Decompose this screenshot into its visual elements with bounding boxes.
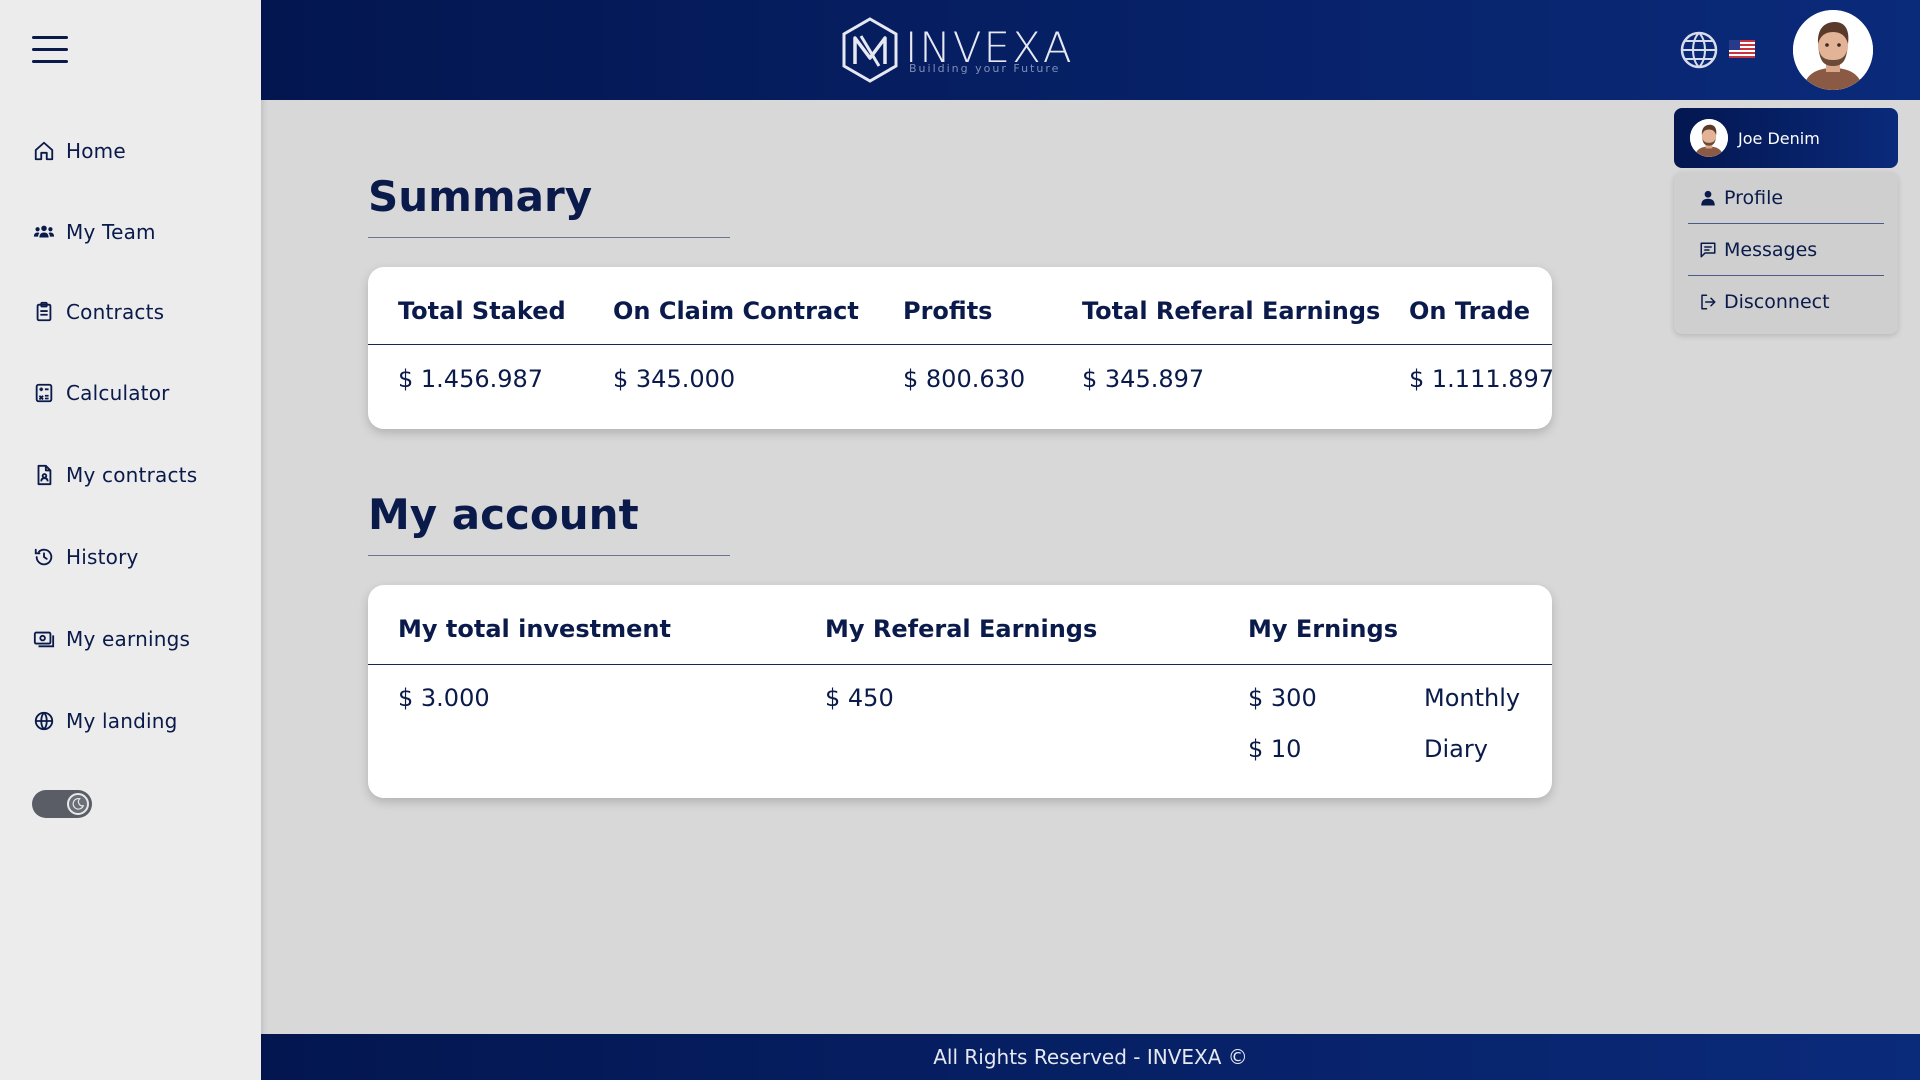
earnings-amount: $ 10 — [1248, 735, 1302, 763]
earnings-period: Monthly — [1424, 684, 1521, 712]
total-investment-value: $ 3.000 — [398, 684, 490, 712]
column-header: My total investment — [398, 615, 671, 643]
clipboard-icon — [32, 300, 56, 324]
sidebar-item-my-landing[interactable]: My landing — [32, 706, 178, 736]
logout-icon — [1698, 292, 1718, 312]
sidebar-item-label: History — [66, 545, 139, 569]
my-account-divider — [368, 555, 730, 556]
user-menu: Profile Messages Disconnect — [1674, 172, 1898, 334]
top-header: INVEXA Building your Future — [261, 0, 1920, 100]
sidebar-item-label: My Team — [66, 220, 156, 244]
globe-icon — [32, 709, 56, 733]
my-account-title: My account — [368, 490, 639, 539]
menu-item-messages[interactable]: Messages — [1688, 224, 1884, 276]
column-header: On Trade — [1409, 297, 1531, 325]
menu-item-disconnect[interactable]: Disconnect — [1688, 276, 1884, 328]
sidebar-item-label: Calculator — [66, 381, 170, 405]
moon-icon — [67, 793, 89, 815]
user-chip[interactable]: Joe Denim — [1674, 108, 1898, 168]
referal-earnings-value: $ 450 — [825, 684, 894, 712]
sidebar-item-home[interactable]: Home — [32, 136, 126, 166]
on-claim-contract-value: $ 345.000 — [613, 365, 736, 393]
total-referal-earnings-value: $ 345.897 — [1082, 365, 1205, 393]
us-flag-icon[interactable] — [1729, 40, 1755, 58]
sidebar-item-label: My landing — [66, 709, 178, 733]
sidebar-item-label: Home — [66, 139, 126, 163]
footer: All Rights Reserved - INVEXA © — [261, 1034, 1920, 1080]
profits-value: $ 800.630 — [903, 365, 1026, 393]
table-divider — [368, 344, 1552, 345]
sidebar-item-history[interactable]: History — [32, 542, 139, 572]
sidebar-item-label: My earnings — [66, 627, 191, 651]
copyright-text: All Rights Reserved - INVEXA © — [933, 1045, 1248, 1069]
column-header: On Claim Contract — [613, 297, 859, 325]
sidebar-item-label: My contracts — [66, 463, 198, 487]
invexa-logo[interactable]: INVEXA Building your Future — [839, 16, 1074, 84]
document-icon — [32, 463, 56, 487]
person-icon — [1698, 188, 1718, 208]
theme-toggle[interactable] — [32, 790, 92, 818]
logo-mark-icon — [842, 17, 898, 83]
column-header: Total Referal Earnings — [1082, 297, 1381, 325]
sidebar-item-my-contracts[interactable]: My contracts — [32, 460, 197, 490]
avatar — [1690, 119, 1728, 157]
avatar[interactable] — [1793, 10, 1873, 90]
calculator-icon — [32, 381, 56, 405]
sidebar-item-label: Contracts — [66, 300, 165, 324]
earnings-amount: $ 300 — [1248, 684, 1317, 712]
menu-item-profile[interactable]: Profile — [1688, 172, 1884, 224]
column-header: Total Staked — [398, 297, 566, 325]
menu-item-label: Disconnect — [1724, 291, 1830, 313]
summary-title: Summary — [368, 172, 593, 221]
user-name: Joe Denim — [1738, 128, 1820, 148]
on-trade-value: $ 1.111.897 — [1409, 365, 1555, 393]
menu-item-label: Profile — [1724, 186, 1784, 209]
menu-item-label: Messages — [1724, 238, 1818, 261]
column-header: Profits — [903, 297, 993, 325]
summary-card: Total Staked On Claim Contract Profits T… — [368, 267, 1555, 429]
column-header: My Referal Earnings — [825, 615, 1098, 643]
table-divider — [368, 664, 1552, 665]
language-globe-icon[interactable] — [1679, 30, 1719, 70]
history-icon — [32, 545, 56, 569]
team-icon — [32, 220, 56, 244]
logo-tagline: Building your Future — [909, 61, 1061, 75]
my-account-card: My total investment My Referal Earnings … — [368, 585, 1552, 798]
summary-divider — [368, 237, 730, 238]
sidebar: Home My Team Contracts Calculator My con… — [0, 0, 261, 1080]
earnings-period: Diary — [1424, 735, 1488, 763]
sidebar-item-calculator[interactable]: Calculator — [32, 378, 170, 408]
total-staked-value: $ 1.456.987 — [398, 365, 544, 393]
menu-icon[interactable] — [32, 36, 68, 64]
column-header: My Ernings — [1248, 615, 1398, 643]
sidebar-item-contracts[interactable]: Contracts — [32, 297, 164, 327]
sidebar-item-my-team[interactable]: My Team — [32, 217, 156, 247]
sidebar-item-my-earnings[interactable]: My earnings — [32, 624, 190, 654]
home-icon — [32, 139, 56, 163]
message-icon — [1698, 240, 1718, 260]
money-icon — [32, 627, 56, 651]
